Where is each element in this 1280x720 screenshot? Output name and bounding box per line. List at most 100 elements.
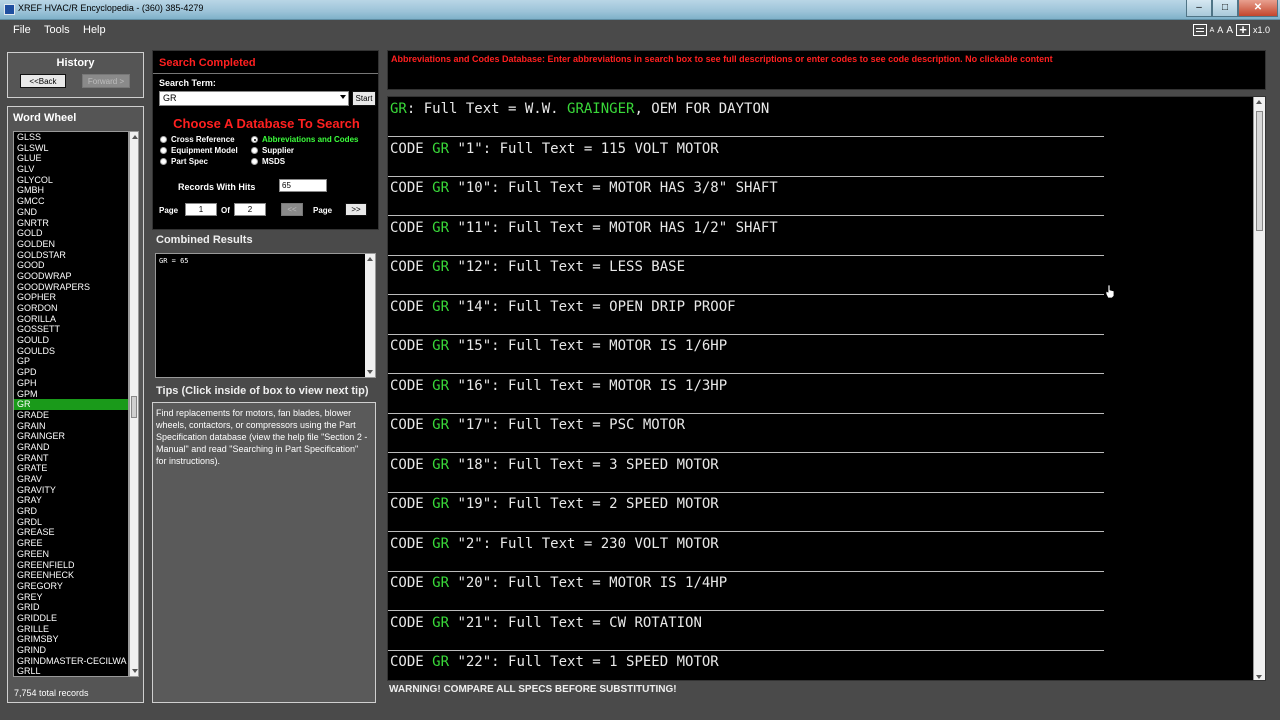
word-wheel-item[interactable]: GOODWRAP xyxy=(14,271,128,282)
word-wheel-item[interactable]: GRDL xyxy=(14,517,128,528)
word-wheel-item[interactable]: GREEN xyxy=(14,549,128,560)
radio-icon[interactable] xyxy=(160,147,167,154)
radio-icon[interactable] xyxy=(251,147,258,154)
word-wheel-item[interactable]: GOSSETT xyxy=(14,324,128,335)
word-wheel-item[interactable]: GRAY xyxy=(14,495,128,506)
word-wheel-item[interactable]: GOULDS xyxy=(14,346,128,357)
chevron-down-icon[interactable] xyxy=(340,95,346,99)
radio-selected-icon[interactable] xyxy=(251,136,258,143)
radio-equipment-model[interactable]: Equipment Model xyxy=(160,146,238,155)
word-wheel-item[interactable]: GREENHECK xyxy=(14,570,128,581)
word-wheel-item[interactable]: GRIMSBY xyxy=(14,634,128,645)
word-wheel-item[interactable]: GPD xyxy=(14,367,128,378)
next-page-button[interactable]: >> xyxy=(345,203,367,216)
word-wheel-item[interactable]: GND xyxy=(14,207,128,218)
word-wheel-item[interactable]: GRD xyxy=(14,506,128,517)
scroll-up-icon[interactable] xyxy=(132,135,138,139)
word-wheel-item[interactable]: GLSWL xyxy=(14,143,128,154)
font-size-large[interactable]: A xyxy=(1226,25,1233,36)
scroll-thumb[interactable] xyxy=(131,396,137,418)
word-wheel-item[interactable]: GRAIN xyxy=(14,421,128,432)
results-scrollbar[interactable] xyxy=(1253,97,1265,680)
scroll-down-icon[interactable] xyxy=(1256,675,1262,679)
close-button[interactable]: ✕ xyxy=(1238,0,1278,17)
records-with-hits-value: 65 xyxy=(279,179,327,192)
radio-msds[interactable]: MSDS xyxy=(251,157,285,166)
radio-icon[interactable] xyxy=(160,158,167,165)
word-wheel-item[interactable]: GRAND xyxy=(14,442,128,453)
word-wheel-item[interactable]: GOODWRAPERS xyxy=(14,282,128,293)
word-wheel-item[interactable]: GRAINGER xyxy=(14,431,128,442)
scroll-down-icon[interactable] xyxy=(132,669,138,673)
zoom-in-icon[interactable]: + xyxy=(1235,23,1250,36)
word-wheel-scrollbar[interactable] xyxy=(129,131,139,677)
word-wheel-item[interactable]: GREE xyxy=(14,538,128,549)
maximize-button[interactable]: □ xyxy=(1212,0,1238,17)
scroll-up-icon[interactable] xyxy=(1256,100,1262,104)
page-number-input[interactable]: 1 xyxy=(185,203,217,216)
word-wheel-item[interactable]: GREY xyxy=(14,592,128,603)
word-wheel-item[interactable]: GMBH xyxy=(14,185,128,196)
word-wheel-item[interactable]: GOLD xyxy=(14,228,128,239)
back-button[interactable]: <<Back xyxy=(20,74,66,88)
window-title: XREF HVAC/R Encyclopedia - (360) 385-427… xyxy=(18,3,204,13)
start-button[interactable]: Start xyxy=(352,91,376,106)
word-wheel-item[interactable]: GPM xyxy=(14,389,128,400)
scroll-thumb[interactable] xyxy=(1256,111,1263,231)
radio-icon[interactable] xyxy=(160,136,167,143)
word-wheel-item[interactable]: GR xyxy=(14,399,128,410)
word-wheel-item[interactable]: GOULD xyxy=(14,335,128,346)
word-wheel-item[interactable]: GRANT xyxy=(14,453,128,464)
word-wheel-item[interactable]: GOLDSTAR xyxy=(14,250,128,261)
result-prefix: CODE xyxy=(390,219,433,236)
menu-file[interactable]: File xyxy=(13,24,31,36)
scroll-up-icon[interactable] xyxy=(367,257,373,261)
word-wheel-item[interactable]: GMCC xyxy=(14,196,128,207)
previous-page-button[interactable]: << xyxy=(281,203,303,216)
word-wheel-item[interactable]: GLYCOL xyxy=(14,175,128,186)
minimize-button[interactable]: – xyxy=(1186,0,1212,17)
word-wheel-item[interactable]: GRLL xyxy=(14,666,128,676)
font-size-small[interactable]: A xyxy=(1210,27,1215,34)
results-panel[interactable]: GR: Full Text = W.W. GRAINGER, OEM FOR D… xyxy=(387,96,1266,681)
radio-supplier[interactable]: Supplier xyxy=(251,146,294,155)
word-wheel-item[interactable]: GOPHER xyxy=(14,292,128,303)
search-input[interactable]: GR xyxy=(159,91,349,106)
word-wheel-item[interactable]: GRILLE xyxy=(14,624,128,635)
word-wheel-item[interactable]: GORDON xyxy=(14,303,128,314)
word-wheel-item[interactable]: GREASE xyxy=(14,527,128,538)
word-wheel-item[interactable]: GLV xyxy=(14,164,128,175)
word-wheel-item[interactable]: GLSS xyxy=(14,132,128,143)
radio-cross-reference[interactable]: Cross Reference xyxy=(160,135,235,144)
text-size-icon[interactable] xyxy=(1192,24,1207,36)
word-wheel-item[interactable]: GREGORY xyxy=(14,581,128,592)
word-wheel-item[interactable]: GRATE xyxy=(14,463,128,474)
word-wheel-item[interactable]: GOOD xyxy=(14,260,128,271)
word-wheel-item[interactable]: GRID xyxy=(14,602,128,613)
word-wheel-item[interactable]: GP xyxy=(14,356,128,367)
word-wheel-item[interactable]: GPH xyxy=(14,378,128,389)
word-wheel-item[interactable]: GOLDEN xyxy=(14,239,128,250)
word-wheel-item[interactable]: GORILLA xyxy=(14,314,128,325)
word-wheel-item[interactable]: GREENFIELD xyxy=(14,560,128,571)
radio-abbreviations-and-codes[interactable]: Abbreviations and Codes xyxy=(251,135,358,144)
font-size-medium[interactable]: A xyxy=(1217,25,1223,35)
menu-help[interactable]: Help xyxy=(83,24,106,36)
menu-tools[interactable]: Tools xyxy=(44,24,70,36)
word-wheel-item[interactable]: GRADE xyxy=(14,410,128,421)
word-wheel-list[interactable]: GLSS GLSWL GLUE GLV GLYCOL GMBH GMCC GND GNRTR GO… xyxy=(13,131,129,677)
word-wheel-item[interactable]: GRAVITY xyxy=(14,485,128,496)
word-wheel-item[interactable]: GRINDMASTER-CECILWA xyxy=(14,656,128,667)
combined-results-box[interactable]: GR = 65 xyxy=(155,253,376,378)
word-wheel-item[interactable]: GRIDDLE xyxy=(14,613,128,624)
radio-part-spec[interactable]: Part Spec xyxy=(160,157,208,166)
tips-box[interactable]: Find replacements for motors, fan blades… xyxy=(152,402,376,703)
forward-button[interactable]: Forward > xyxy=(82,74,130,88)
scroll-down-icon[interactable] xyxy=(367,370,373,374)
word-wheel-item[interactable]: GRAV xyxy=(14,474,128,485)
word-wheel-item[interactable]: GLUE xyxy=(14,153,128,164)
radio-icon[interactable] xyxy=(251,158,258,165)
combined-results-scrollbar[interactable] xyxy=(365,254,375,377)
word-wheel-item[interactable]: GNRTR xyxy=(14,218,128,229)
word-wheel-item[interactable]: GRIND xyxy=(14,645,128,656)
